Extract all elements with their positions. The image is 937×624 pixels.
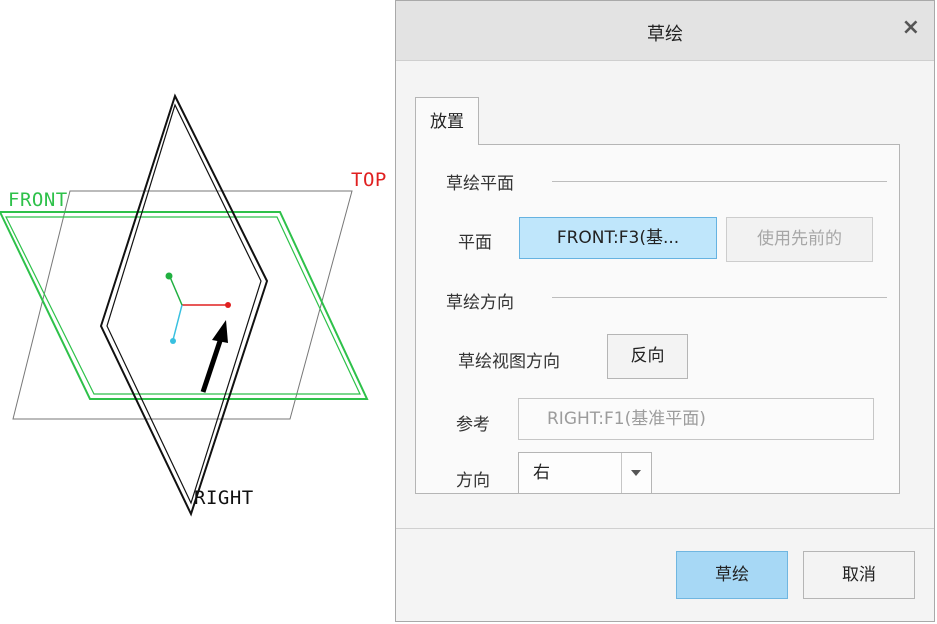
cancel-button[interactable]: 取消 [803,551,915,599]
direction-select[interactable]: 右 [518,452,652,494]
front-label: FRONT [8,189,68,211]
direction-arrow[interactable] [200,334,225,393]
plane-label: 平面 [458,233,492,253]
direction-label: 方向 [456,471,490,491]
sketch-button[interactable]: 草绘 [676,551,788,599]
sketch-view-direction-label: 草绘视图方向 [458,352,560,372]
reference-collector[interactable]: RIGHT:F1(基准平面) [518,398,874,440]
close-icon[interactable]: × [902,17,920,39]
tab-placement[interactable]: 放置 [415,97,479,145]
sketch-dialog: 草绘 × 放置 草绘平面 平面 FRONT:F3(基... 使用先前的 草绘方向… [395,0,935,622]
graphics-viewport[interactable]: FRONT TOP RIGHT [0,0,395,624]
chevron-down-icon[interactable] [621,453,651,493]
section-divider [552,181,887,182]
placement-panel: 草绘平面 平面 FRONT:F3(基... 使用先前的 草绘方向 草绘视图方向 … [415,144,900,494]
direction-select-value: 右 [533,463,550,483]
top-label: TOP [351,169,387,191]
datum-planes-canvas [0,93,369,517]
flip-button[interactable]: 反向 [607,334,688,379]
section-divider [552,297,887,298]
right-label: RIGHT [194,487,254,509]
sketch-plane-collector[interactable]: FRONT:F3(基... [519,217,717,259]
use-previous-button[interactable]: 使用先前的 [726,217,873,262]
footer-divider [396,528,934,529]
sketch-plane-section-label: 草绘平面 [446,174,514,194]
reference-label: 参考 [456,415,490,435]
dialog-title: 草绘 [647,24,683,45]
dialog-titlebar[interactable]: 草绘 × [396,1,934,61]
sketch-orientation-section-label: 草绘方向 [446,293,514,313]
